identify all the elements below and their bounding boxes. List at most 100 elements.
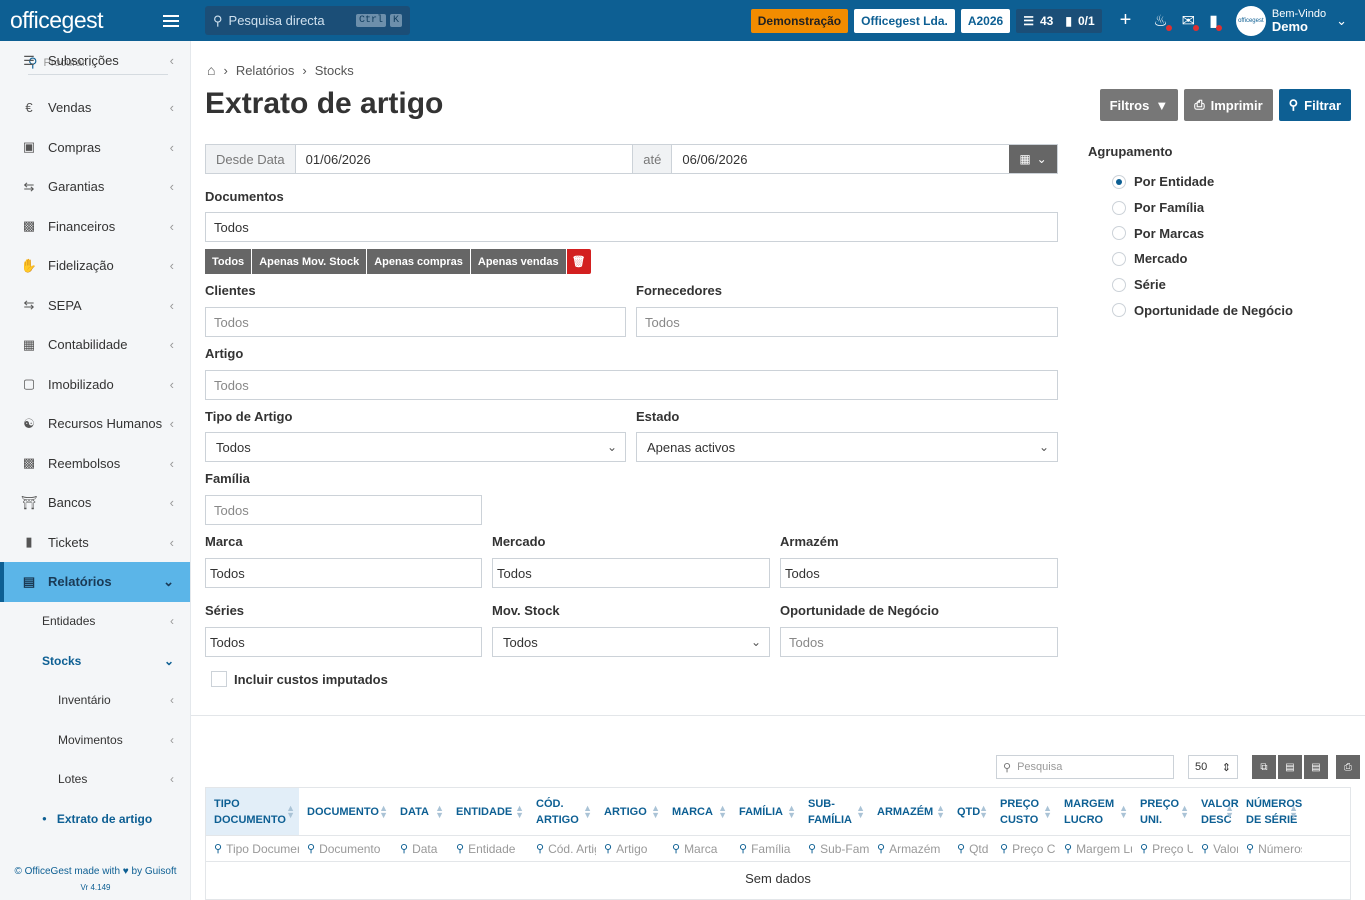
column-header[interactable]: PREÇO UNI. ▲ ▼ (1132, 788, 1193, 835)
calendar-button[interactable]: ▦ ⌄ (1009, 145, 1058, 173)
column-header[interactable]: SUB- FAMÍLIA ▲ ▼ (800, 788, 869, 835)
sidebar-item-financeiros[interactable]: ▩ Financeiros ‹ (0, 207, 190, 247)
column-filter-input[interactable]: ⚲Valor Desc (1193, 836, 1238, 861)
sort-icon[interactable]: ▲ ▼ (515, 804, 524, 820)
column-header[interactable]: DOCUMENTO ▲ ▼ (299, 788, 392, 835)
column-header[interactable]: DATA ▲ ▼ (392, 788, 448, 835)
column-header[interactable]: VALOR DESC ▲ ▼ (1193, 788, 1239, 835)
column-filter-input[interactable]: ⚲Cód. Artigo (528, 836, 596, 861)
sort-icon[interactable]: ▲ ▼ (1180, 804, 1189, 820)
breadcrumb-item[interactable]: Relatórios (236, 63, 295, 78)
radio-mercado[interactable]: Mercado (1088, 246, 1293, 272)
date-from-input[interactable]: 01/06/2026 (296, 145, 634, 173)
pdf-icon[interactable]: ▤ (1304, 755, 1328, 779)
sort-icon[interactable]: ▲ ▼ (379, 804, 388, 820)
column-filter-input[interactable]: ⚲ Artigo (596, 836, 664, 861)
sidebar-item-garantias[interactable]: ⇆ Garantias ‹ (0, 167, 190, 207)
plus-icon[interactable]: + (1120, 9, 1132, 32)
trash-icon[interactable]: 🗑 (566, 249, 591, 274)
fornecedores-input[interactable]: Todos (636, 307, 1058, 337)
sort-icon[interactable]: ▲ ▼ (1043, 804, 1052, 820)
year-button[interactable]: A2026 (960, 8, 1011, 33)
sidebar-item-bancos[interactable]: ⛩ Bancos ‹ (0, 483, 190, 523)
custos-checkbox[interactable] (211, 671, 227, 687)
column-header[interactable]: QTD ▲ ▼ (949, 788, 992, 835)
sidebar-item-subscricoes[interactable]: ☰ Subscrições ‹ (0, 49, 190, 81)
column-filter-input[interactable]: ⚲ Entidade (448, 836, 528, 861)
sort-icon[interactable]: ▲ ▼ (651, 804, 660, 820)
mercado-input[interactable]: Todos (492, 558, 770, 588)
radio-por-marcas[interactable]: Por Marcas (1088, 220, 1293, 246)
movstock-select[interactable]: Todos ⌄ (492, 627, 770, 657)
sort-icon[interactable]: ▲ ▼ (286, 804, 295, 820)
column-header[interactable]: MARGEM LUCRO ▲ ▼ (1056, 788, 1132, 835)
date-to-input[interactable]: 06/06/2026 (672, 145, 1009, 173)
sidebar-item-relatorios[interactable]: ▤ Relatórios ⌄ (0, 562, 190, 602)
artigo-input[interactable]: Todos (205, 370, 1058, 400)
column-filter-input[interactable]: ⚲ Documento (299, 836, 392, 861)
column-filter-input[interactable]: ⚲Números de Série (1238, 836, 1302, 861)
doc-btn-compras[interactable]: Apenas compras (367, 249, 470, 274)
excel-icon[interactable]: ▤ (1278, 755, 1302, 779)
familia-input[interactable]: Todos (205, 495, 482, 525)
sidebar-sub-entidades[interactable]: Entidades ‹ (0, 602, 190, 642)
series-input[interactable]: Todos (205, 627, 482, 657)
column-filter-input[interactable]: ⚲Tipo Documento (206, 836, 299, 861)
column-filter-input[interactable]: ⚲ Data (392, 836, 448, 861)
company-button[interactable]: Officegest Lda. (854, 8, 955, 33)
sort-icon[interactable]: ▲ ▼ (787, 804, 796, 820)
sidebar-sub-lotes[interactable]: Lotes ‹ (0, 760, 190, 800)
column-header[interactable]: NÚMEROS DE SÉRIE ▲ ▼ (1238, 788, 1302, 835)
breadcrumb-item[interactable]: Stocks (315, 63, 354, 78)
sidebar-item-sepa[interactable]: ⇆ SEPA ‹ (0, 286, 190, 326)
sidebar-item-vendas[interactable]: € Vendas ‹ (0, 88, 190, 128)
column-header[interactable]: ENTIDADE ▲ ▼ (448, 788, 528, 835)
imprimir-button[interactable]: ⎙ Imprimir (1184, 89, 1273, 121)
filtros-button[interactable]: Filtros ▼ (1099, 89, 1179, 121)
user-menu[interactable]: officegest Bem-Vindo Demo ⌄ (1235, 5, 1347, 36)
doc-btn-vendas[interactable]: Apenas vendas (470, 249, 566, 274)
tasks-docs-badge[interactable]: ☰ 43 ▮ 0/1 (1016, 8, 1102, 33)
sidebar-item-fidelizacao[interactable]: ✋ Fidelização ‹ (0, 246, 190, 286)
radio-por-entidade[interactable]: Por Entidade (1088, 169, 1293, 195)
column-header[interactable]: FAMÍLIA ▲ ▼ (731, 788, 800, 835)
sidebar-sub-movimentos[interactable]: Movimentos ‹ (0, 720, 190, 760)
documentos-input[interactable]: Todos (205, 212, 1058, 242)
sidebar-item-recursos-humanos[interactable]: ☯ Recursos Humanos ‹ (0, 404, 190, 444)
radio-oportunidade[interactable]: Oportunidade de Negócio (1088, 297, 1293, 323)
print-icon[interactable]: ⎙ (1336, 755, 1360, 779)
tipo-artigo-select[interactable]: Todos ⌄ (205, 432, 626, 462)
estado-select[interactable]: Apenas activos ⌄ (636, 432, 1058, 462)
mail-icon[interactable]: ✉ (1182, 11, 1200, 31)
sort-icon[interactable]: ▲ ▼ (936, 804, 945, 820)
sidebar-item-tickets[interactable]: ▮ Tickets ‹ (0, 523, 190, 563)
demo-badge[interactable]: Demonstração (750, 8, 849, 33)
sort-icon[interactable]: ▲ ▼ (1119, 804, 1128, 820)
sort-icon[interactable]: ▲ ▼ (856, 804, 865, 820)
app-logo[interactable]: officegest (10, 7, 104, 34)
column-filter-input[interactable]: ⚲Sub-Família (800, 836, 869, 861)
grid-search-input[interactable]: ⚲ Pesquisa (996, 755, 1174, 779)
armazem-input[interactable]: Todos (780, 558, 1058, 588)
sort-icon[interactable]: ▲ ▼ (718, 804, 727, 820)
home-icon[interactable]: ⌂ (207, 62, 215, 78)
column-filter-input[interactable]: ⚲Preço Uni. (1132, 836, 1193, 861)
copy-icon[interactable]: ⧉ (1252, 755, 1276, 779)
sidebar-sub-inventario[interactable]: Inventário ‹ (0, 681, 190, 721)
oportunidade-input[interactable]: Todos (780, 627, 1058, 657)
bell-icon[interactable]: ♨ (1153, 11, 1172, 31)
sidebar-item-reembolsos[interactable]: ▩ Reembolsos ‹ (0, 444, 190, 484)
menu-toggle-icon[interactable] (163, 14, 179, 27)
radio-serie[interactable]: Série (1088, 272, 1293, 298)
column-filter-input[interactable]: ⚲ Qtd (949, 836, 992, 861)
sort-icon[interactable]: ▲ ▼ (979, 804, 988, 820)
sort-icon[interactable]: ▲ ▼ (1225, 804, 1234, 820)
page-size-select[interactable]: 50 ⇕ (1188, 755, 1238, 779)
radio-por-familia[interactable]: Por Família (1088, 195, 1293, 221)
sidebar-sub-stocks[interactable]: Stocks ⌄ (0, 641, 190, 681)
ticket-icon[interactable]: ▮ (1209, 11, 1222, 31)
sidebar-item-contabilidade[interactable]: ▦ Contabilidade ‹ (0, 325, 190, 365)
column-header[interactable]: MARCA ▲ ▼ (664, 788, 731, 835)
sidebar-sub-extrato[interactable]: ● Extrato de artigo (0, 799, 190, 839)
column-filter-input[interactable]: ⚲ Marca (664, 836, 731, 861)
